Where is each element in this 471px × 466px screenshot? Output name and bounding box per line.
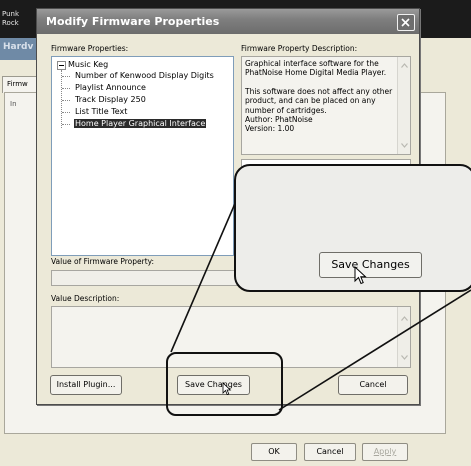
mouse-cursor-icon	[222, 382, 232, 396]
mouse-cursor-icon	[354, 266, 367, 285]
zoomed-save-changes-button: Save Changes	[319, 252, 422, 278]
zoom-callout: Save Changes	[234, 164, 471, 292]
